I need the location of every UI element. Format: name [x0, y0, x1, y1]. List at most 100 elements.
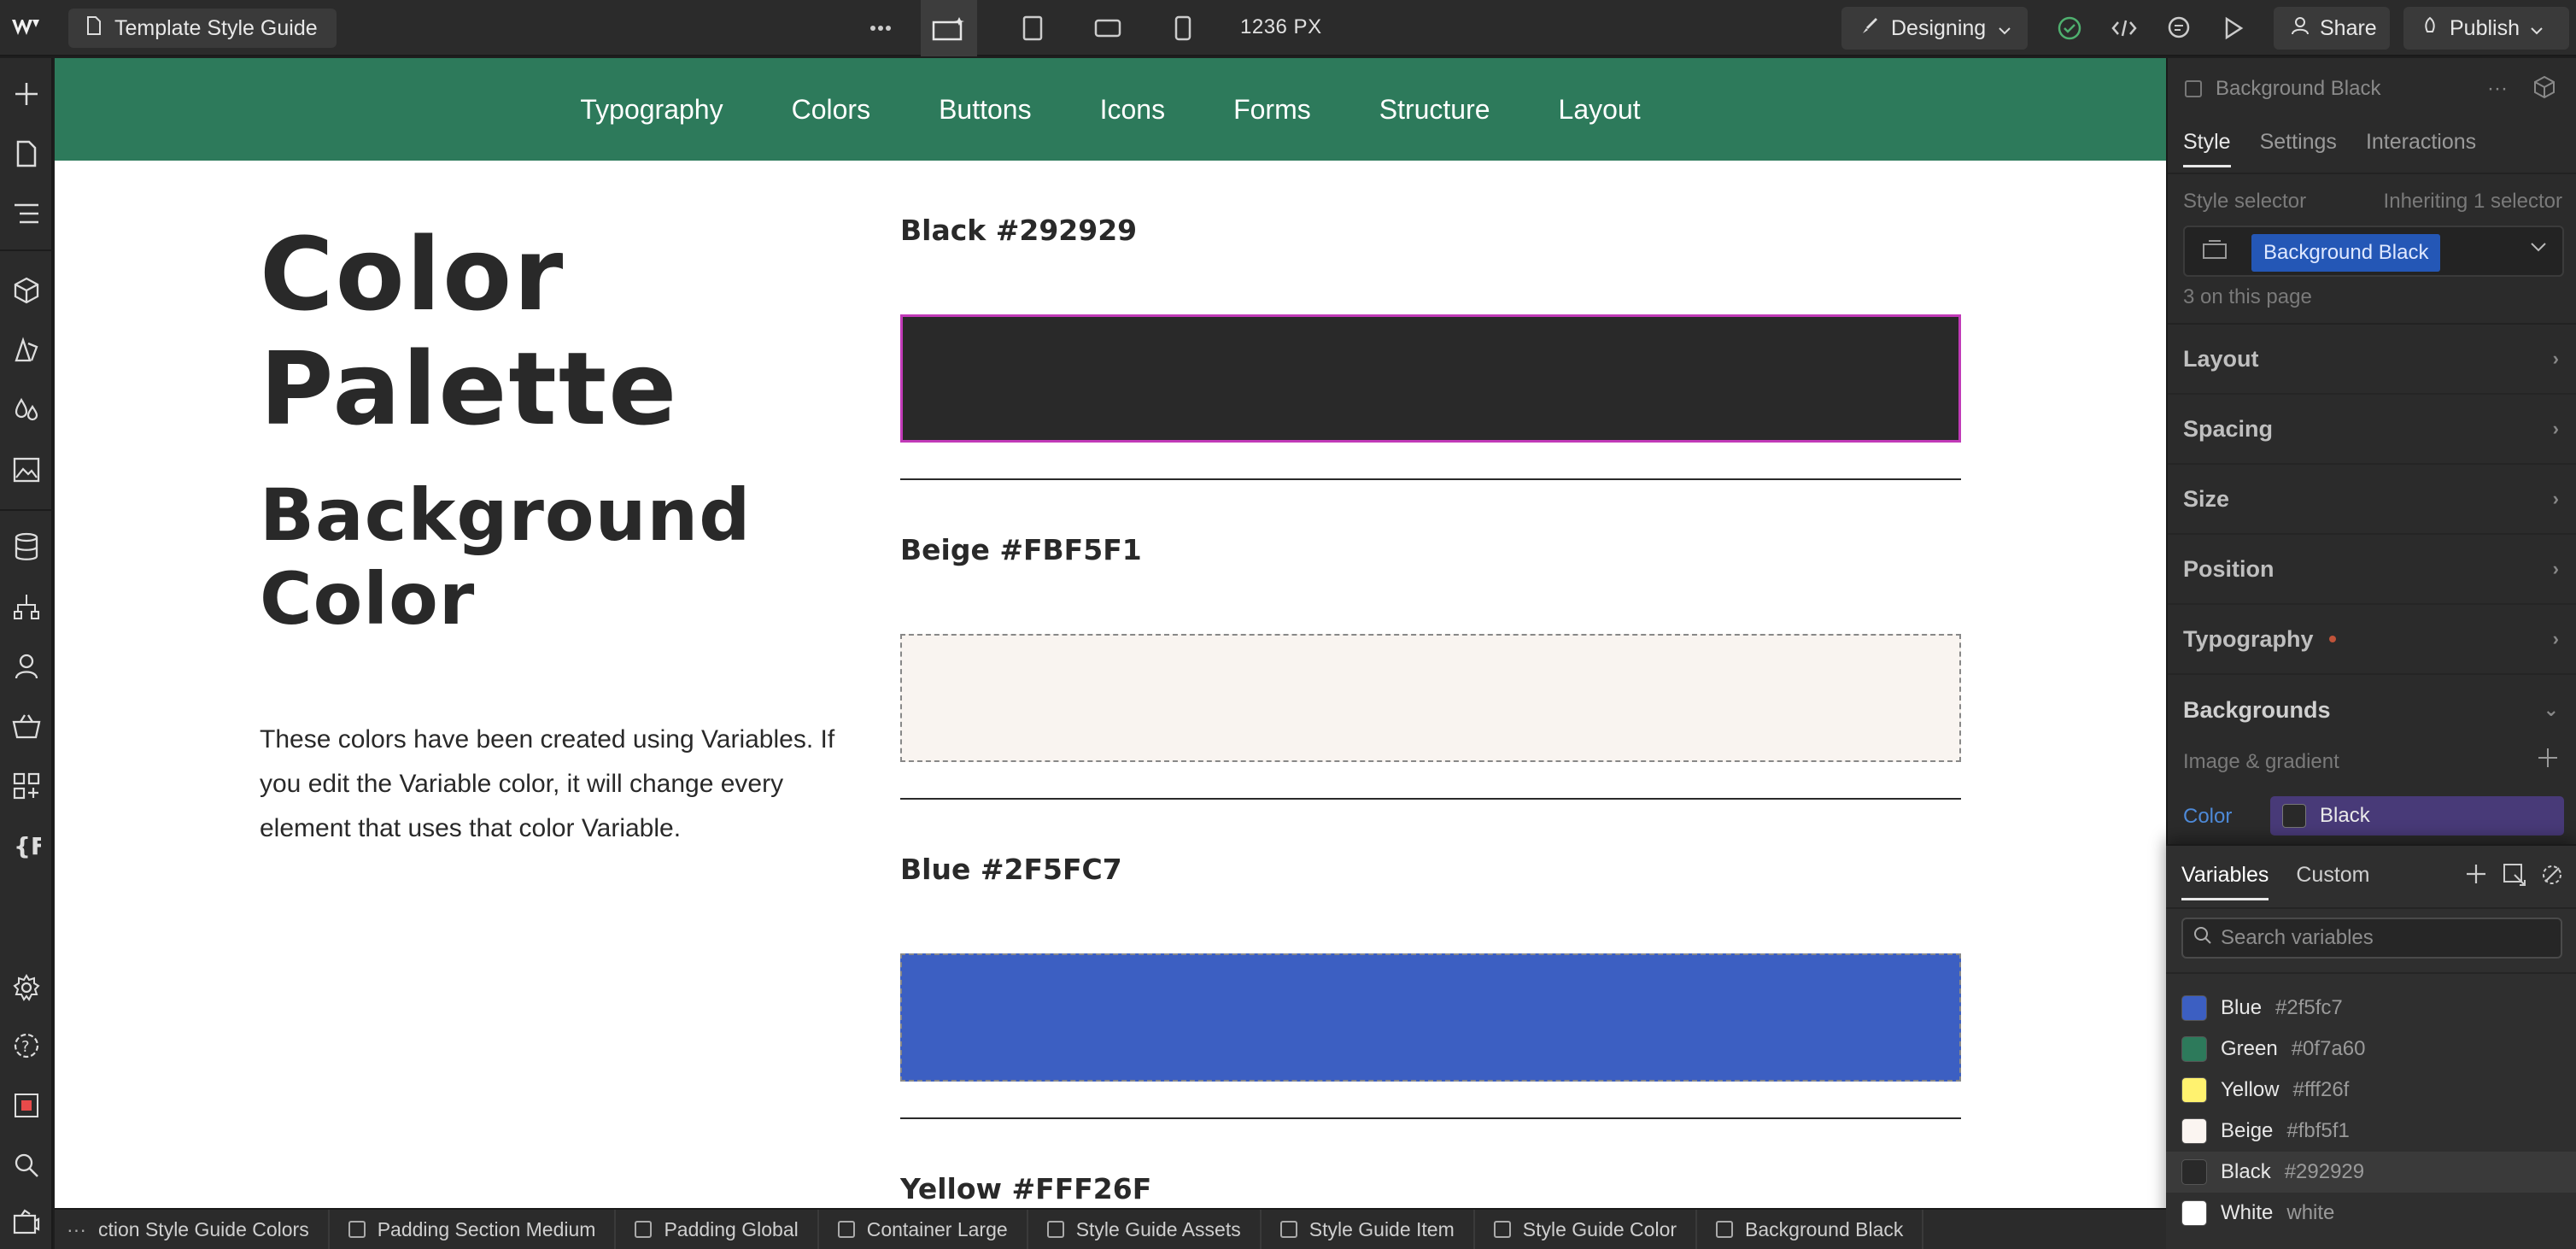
- nav-link-layout[interactable]: Layout: [1559, 94, 1641, 126]
- swatch-label-yellow[interactable]: Yellow #FFF26F: [900, 1172, 1151, 1205]
- section-spacing[interactable]: Spacing ›: [2168, 395, 2576, 465]
- navigator-icon[interactable]: [9, 196, 44, 231]
- page-name: Template Style Guide: [114, 15, 318, 40]
- section-heading[interactable]: Background Color: [260, 473, 751, 641]
- settings-gear-icon[interactable]: [9, 970, 44, 1005]
- search-icon[interactable]: [9, 1148, 44, 1182]
- color-swatch: [2181, 1118, 2207, 1144]
- div-block-icon: [1493, 1221, 1511, 1238]
- variable-item-black[interactable]: Black #292929: [2166, 1152, 2576, 1193]
- breadcrumb-item[interactable]: Style Guide Assets: [1028, 1210, 1262, 1249]
- webflow-logo-icon[interactable]: [9, 12, 43, 43]
- breadcrumb-item[interactable]: ··· ction Style Guide Colors: [55, 1210, 330, 1249]
- top-bar: Template Style Guide 1236 PX Designing S…: [0, 0, 2576, 56]
- inheriting-selector-link[interactable]: Inheriting 1 selector: [2384, 190, 2562, 214]
- tab-variables[interactable]: Variables: [2181, 863, 2269, 900]
- variable-item-beige[interactable]: Beige #fbf5f1: [2166, 1111, 2576, 1152]
- section-size[interactable]: Size ›: [2168, 465, 2576, 535]
- section-layout[interactable]: Layout ›: [2168, 325, 2576, 395]
- nav-link-structure[interactable]: Structure: [1379, 94, 1490, 126]
- component-cube-icon[interactable]: [2533, 75, 2556, 103]
- swatch-black[interactable]: [900, 314, 1961, 443]
- code-icon[interactable]: [2096, 9, 2152, 48]
- swatch-blue[interactable]: [900, 953, 1961, 1082]
- cms-database-icon[interactable]: [9, 530, 44, 564]
- section-backgrounds[interactable]: Backgrounds ⌄: [2168, 675, 2576, 745]
- designer-mode-dropdown[interactable]: Designing: [1841, 7, 2028, 50]
- breadcrumb-item-current[interactable]: Background Black: [1697, 1210, 1924, 1249]
- desktop-breakpoint-icon[interactable]: [921, 0, 977, 56]
- add-variable-icon[interactable]: [2465, 863, 2487, 889]
- section-typography[interactable]: Typography ›: [2168, 605, 2576, 675]
- open-variables-panel-icon[interactable]: [2503, 863, 2526, 891]
- style-selector-label: Style selector: [2183, 190, 2307, 213]
- logic-flow-icon[interactable]: [9, 589, 44, 624]
- breadcrumb-item[interactable]: Padding Global: [616, 1210, 819, 1249]
- video-tutorials-icon[interactable]: [9, 1205, 44, 1239]
- tab-style[interactable]: Style: [2183, 130, 2231, 167]
- canvas-width-readout[interactable]: 1236 PX: [1240, 15, 1322, 39]
- nav-link-forms[interactable]: Forms: [1233, 94, 1311, 126]
- color-swatch: [2181, 1200, 2207, 1226]
- breadcrumb-item[interactable]: Padding Section Medium: [330, 1210, 617, 1249]
- mobile-portrait-breakpoint-icon[interactable]: [1155, 9, 1211, 48]
- components-icon[interactable]: [9, 273, 44, 308]
- page-selector-button[interactable]: Template Style Guide: [68, 9, 337, 48]
- section-position[interactable]: Position ›: [2168, 535, 2576, 605]
- tab-interactions[interactable]: Interactions: [2366, 130, 2476, 167]
- swatch-divider: [900, 798, 1961, 800]
- more-options-icon: ···: [67, 1217, 86, 1240]
- more-options-icon[interactable]: ···: [2487, 77, 2508, 101]
- nav-link-typography[interactable]: Typography: [580, 94, 723, 126]
- nav-link-colors[interactable]: Colors: [792, 94, 870, 126]
- swatch-beige[interactable]: [900, 634, 1961, 762]
- swatch-label-black[interactable]: Black #292929: [900, 214, 1137, 247]
- detach-variable-icon[interactable]: [2540, 863, 2564, 891]
- tab-custom[interactable]: Custom: [2296, 863, 2369, 900]
- nav-link-icons[interactable]: Icons: [1100, 94, 1165, 126]
- section-description[interactable]: These colors have been created using Var…: [260, 718, 858, 851]
- breadcrumb-item[interactable]: Style Guide Color: [1475, 1210, 1698, 1249]
- page-title[interactable]: Color Palette: [260, 217, 678, 446]
- breadcrumb-item[interactable]: Style Guide Item: [1262, 1210, 1475, 1249]
- variable-item-blue[interactable]: Blue #2f5fc7: [2166, 988, 2576, 1029]
- add-elements-icon[interactable]: [9, 77, 44, 111]
- style-guide-nav: Typography Colors Buttons Icons Forms St…: [55, 58, 2166, 161]
- comments-icon[interactable]: [2151, 9, 2207, 48]
- swatch-label-beige[interactable]: Beige #FBF5F1: [900, 533, 1142, 566]
- variables-drops-icon[interactable]: [9, 393, 44, 427]
- swatch-label-blue[interactable]: Blue #2F5FC7: [900, 853, 1122, 886]
- help-icon[interactable]: ?: [9, 1029, 44, 1063]
- color-variable-field[interactable]: Black: [2270, 796, 2564, 836]
- style-selectors-icon[interactable]: [9, 333, 44, 367]
- apps-icon[interactable]: [9, 769, 44, 803]
- class-selector-icon: [2202, 239, 2228, 266]
- tab-settings[interactable]: Settings: [2260, 130, 2337, 167]
- add-background-icon[interactable]: [2537, 747, 2559, 773]
- pages-icon[interactable]: [9, 137, 44, 171]
- variable-item-white[interactable]: White white: [2166, 1193, 2576, 1234]
- mobile-landscape-breakpoint-icon[interactable]: [1080, 9, 1136, 48]
- selector-chip[interactable]: Background Black: [2251, 234, 2441, 272]
- tablet-breakpoint-icon[interactable]: [1004, 9, 1061, 48]
- share-button[interactable]: Share: [2274, 7, 2390, 50]
- element-breadcrumb: ··· ction Style Guide Colors Padding Sect…: [55, 1208, 2166, 1249]
- breadcrumb-item[interactable]: Container Large: [819, 1210, 1028, 1249]
- finsweet-attributes-icon[interactable]: {F: [9, 829, 44, 863]
- nav-link-buttons[interactable]: Buttons: [939, 94, 1032, 126]
- design-canvas[interactable]: Typography Colors Buttons Icons Forms St…: [55, 58, 2166, 1208]
- variable-item-yellow[interactable]: Yellow #fff26f: [2166, 1070, 2576, 1111]
- publish-button[interactable]: Publish: [2403, 7, 2569, 50]
- chevron-down-icon[interactable]: [2530, 241, 2547, 257]
- users-icon[interactable]: [9, 649, 44, 683]
- record-stop-icon[interactable]: [9, 1088, 44, 1123]
- variable-item-green[interactable]: Green #0f7a60: [2166, 1029, 2576, 1070]
- ecommerce-basket-icon[interactable]: [9, 709, 44, 743]
- check-status-icon[interactable]: [2041, 9, 2098, 48]
- style-selector-field[interactable]: Background Black: [2183, 226, 2564, 277]
- assets-image-icon[interactable]: [9, 453, 44, 487]
- color-swatch: [2181, 1036, 2207, 1062]
- more-options-icon[interactable]: [852, 9, 909, 48]
- preview-play-icon[interactable]: [2205, 9, 2262, 48]
- search-variables-input[interactable]: Search variables: [2181, 918, 2562, 959]
